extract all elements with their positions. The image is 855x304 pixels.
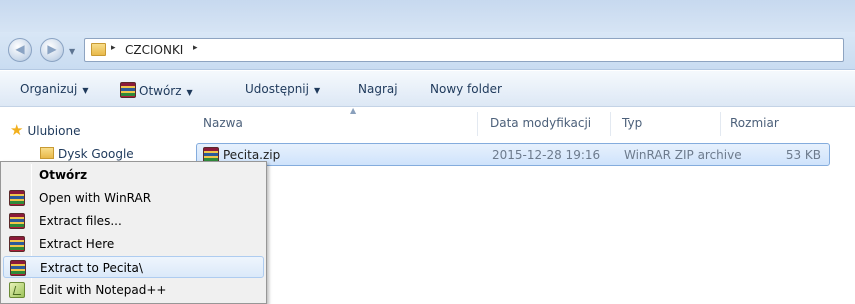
menu-item-label: Edit with Notepad++ — [39, 283, 167, 297]
chevron-down-icon: ▼ — [186, 88, 193, 97]
nav-item-dysk-google[interactable]: Dysk Google — [40, 147, 134, 161]
column-header-date[interactable]: Data modyfikacji — [490, 116, 591, 130]
menu-item-label: Open with WinRAR — [39, 191, 152, 205]
column-header-name[interactable]: Nazwa — [203, 116, 243, 130]
winrar-icon — [10, 260, 26, 276]
menu-item-open[interactable]: Otwórz — [3, 164, 264, 186]
star-icon: ★ — [10, 121, 24, 139]
column-divider[interactable] — [610, 112, 611, 136]
column-divider[interactable] — [477, 112, 478, 136]
command-toolbar: Organizuj ▼ Otwórz ▼ Udostępnij ▼ Nagraj No… — [0, 71, 855, 107]
menu-item-extract-to-pecita[interactable]: Extract to Pecita\ — [3, 256, 264, 278]
menu-item-extract-here[interactable]: Extract Here — [3, 233, 264, 255]
file-name: Pecita.zip — [223, 148, 281, 162]
winrar-icon — [9, 213, 25, 229]
forward-button[interactable]: ▶ — [40, 38, 64, 62]
notepad-plus-plus-icon — [9, 282, 25, 298]
file-date: 2015-12-28 19:16 — [492, 148, 601, 162]
nav-item-label: Dysk Google — [58, 147, 134, 161]
address-path-box[interactable]: ▸ CZCIONKI ▸ — [84, 38, 844, 62]
winrar-icon — [9, 190, 25, 206]
back-arrow-icon: ◀ — [15, 42, 25, 56]
menu-item-extract-files[interactable]: Extract files... — [3, 210, 264, 232]
organize-label: Organizuj — [20, 82, 78, 96]
column-header-row: ▲ Nazwa Data modyfikacji Typ Rozmiar — [185, 106, 855, 138]
nav-favorites-label: Ulubione — [27, 124, 81, 138]
folder-icon — [40, 147, 54, 159]
breadcrumb-czcionki[interactable]: CZCIONKI — [125, 43, 183, 57]
back-button[interactable]: ◀ — [8, 38, 32, 62]
column-header-type[interactable]: Typ — [622, 116, 642, 130]
file-row[interactable]: Pecita.zip 2015-12-28 19:16 WinRAR ZIP a… — [196, 143, 830, 166]
chevron-down-icon: ▼ — [82, 86, 89, 95]
path-separator-icon[interactable]: ▸ — [111, 43, 116, 53]
organize-button[interactable]: Organizuj ▼ — [20, 82, 88, 96]
file-type: WinRAR ZIP archive — [624, 148, 742, 162]
folder-icon — [91, 43, 106, 56]
menu-item-label: Extract to Pecita\ — [40, 261, 143, 275]
menu-item-label: Extract files... — [39, 214, 122, 228]
menu-item-label: Extract Here — [39, 237, 115, 251]
address-bar-area: ◀ ▶ ▼ ▸ CZCIONKI ▸ — [0, 32, 855, 70]
winrar-icon — [9, 236, 25, 252]
share-label: Udostępnij — [245, 82, 309, 96]
forward-arrow-icon: ▶ — [47, 42, 57, 56]
column-header-size[interactable]: Rozmiar — [730, 116, 779, 130]
path-separator-icon[interactable]: ▸ — [193, 43, 198, 53]
burn-button[interactable]: Nagraj — [358, 82, 398, 96]
nav-favorites[interactable]: ★ Ulubione — [10, 121, 80, 139]
context-menu: Otwórz Open with WinRAR Extract files...… — [0, 161, 267, 304]
winrar-icon — [120, 82, 136, 98]
new-folder-button[interactable]: Nowy folder — [430, 82, 502, 96]
window-title-bar — [0, 0, 855, 32]
menu-item-label: Otwórz — [39, 168, 88, 182]
column-divider[interactable] — [720, 112, 721, 136]
open-label: Otwórz — [139, 84, 182, 98]
menu-item-open-with-winrar[interactable]: Open with WinRAR — [3, 187, 264, 209]
file-size: 53 KB — [785, 148, 821, 162]
menu-item-edit-with-notepad[interactable]: Edit with Notepad++ — [3, 279, 264, 301]
share-button[interactable]: Udostępnij ▼ — [245, 82, 320, 96]
chevron-down-icon: ▼ — [313, 86, 321, 95]
recent-pages-dropdown-icon[interactable]: ▼ — [69, 47, 75, 56]
sort-arrow-icon: ▲ — [350, 106, 357, 115]
open-button[interactable]: Otwórz ▼ — [120, 82, 193, 98]
